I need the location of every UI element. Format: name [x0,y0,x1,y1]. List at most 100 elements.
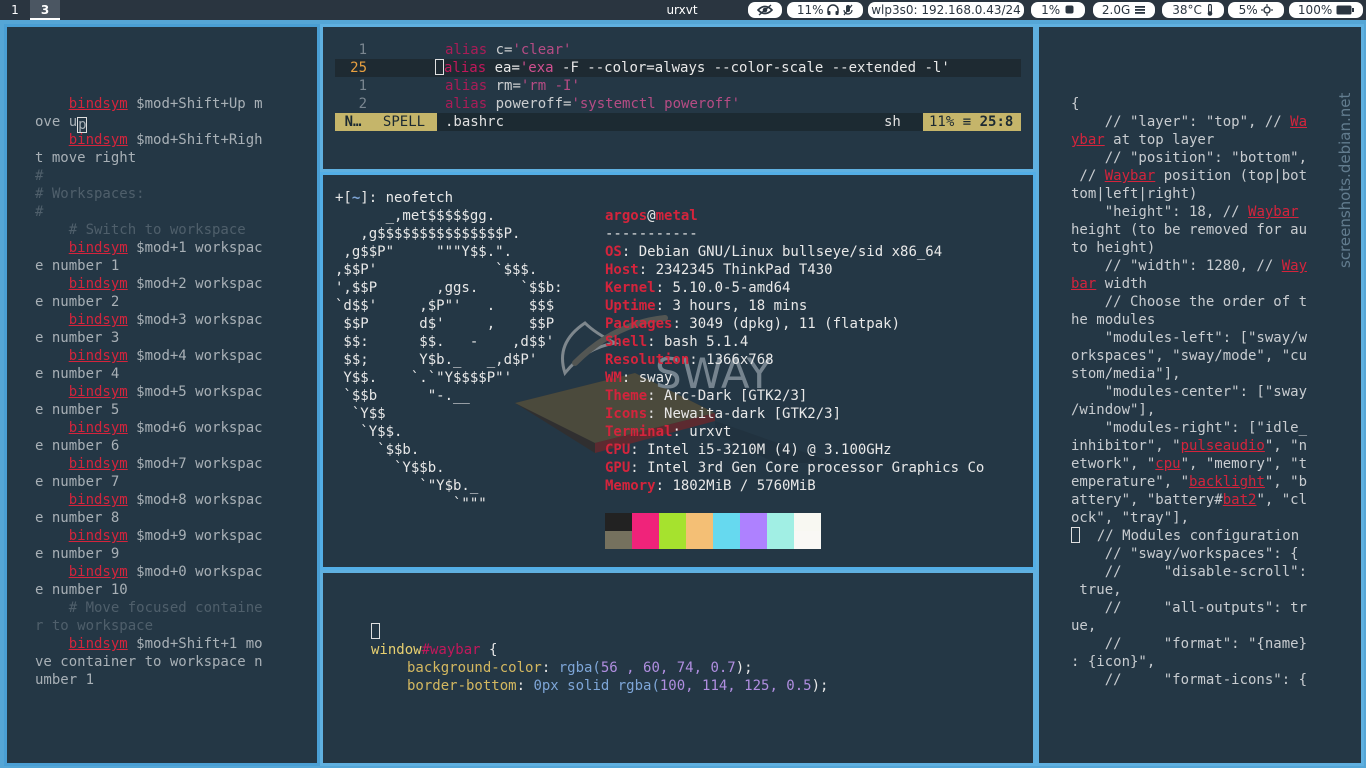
alias-name: c= [487,42,513,58]
idle-inhibitor-module[interactable] [748,2,782,18]
palette-swatch [632,531,659,549]
info-row: Host: 2342345 ThinkPad T430 [605,261,833,279]
info-key: Kernel [605,280,656,296]
memory-module[interactable]: 2.0G [1093,2,1155,18]
css-colon: : [516,678,534,694]
workspace-button-3[interactable]: 3 [30,0,60,20]
cpu-label: 1% [1041,3,1061,17]
memory-label: 2.0G [1101,3,1131,17]
temperature-module[interactable]: 38°C [1162,2,1224,18]
vim-cursor-pos: 25:8 [979,114,1014,130]
config-line: // "format": "{name} [1071,636,1308,652]
palette-swatch [632,513,659,531]
shell-prompt: +[~]: neofetch [335,190,454,206]
palette-swatch [794,531,821,549]
line-number: 2 [358,96,367,112]
code-line: alias rm='rm -I' [445,77,580,95]
info-colon: : [647,334,665,350]
audio-module[interactable]: 11% [787,2,863,18]
config-line: e number 9 [35,546,120,562]
backlight-module[interactable]: 5% [1228,2,1284,18]
keyword-bindsym: bindsym [68,348,128,364]
highlight-word: Waybar [1104,168,1156,184]
alias-name: poweroff= [487,96,572,112]
keyword-bindsym: bindsym [68,132,128,148]
info-key: Resolution [605,352,690,368]
vim-filename: .bashrc [445,114,505,130]
config-line: // "format-icons": { [1071,672,1308,688]
terminal-neofetch[interactable]: SWAY +[~]: neofetch _,met$$$$$gg. ,g$$$$… [320,172,1036,570]
config-line: e number 10 [35,582,128,598]
css-selector: window#waybar { [371,641,497,659]
ascii-line: Y$$. `.`"Y$$$$P"' [335,370,513,386]
config-line: umber 1 [35,672,95,688]
config-line: height (to be removed for au [1071,222,1308,238]
info-colon: : [621,244,639,260]
config-line: true, [1071,582,1122,598]
comment-text: r to workspace [35,618,154,634]
config-line: bindsym $mod+3 workspac [68,312,263,328]
info-colon: : [689,352,707,368]
cpu-module[interactable]: 1% [1031,2,1085,18]
config-line: bindsym $mod+7 workspac [68,456,263,472]
config-line: e number 6 [35,438,120,454]
palette-swatch [713,531,740,549]
thermometer-icon [1207,3,1213,16]
temperature-label: 38°C [1172,3,1202,17]
ascii-line: ',$$P ,ggs. `$$b: [335,280,563,296]
terminal-vim-bashrc[interactable]: 1 alias c='clear' 25 alias ea='exa -F --col… [320,24,1036,172]
vim-mode: N… [335,113,371,131]
vim-position: 11% ≡ 25:8 [923,113,1021,131]
info-key: Memory [605,478,656,494]
css-colon: : [541,660,559,676]
chip-icon [1065,5,1074,14]
palette-swatch [605,513,632,531]
workspace-button-1[interactable]: 1 [0,0,30,20]
css-property: border-bottom [407,678,517,694]
info-value: 3049 (dpkg), 11 (flatpak) [689,316,901,332]
string-value: 'rm -I' [520,78,580,94]
config-line: ue, [1071,618,1097,634]
palette-swatch [740,531,767,549]
info-row: Memory: 1802MiB / 5760MiB [605,477,816,495]
info-row: GPU: Intel 3rd Gen Core processor Graphi… [605,459,984,477]
hostname: metal [655,208,698,224]
string-value: 'exa [519,60,554,76]
highlight-word: Waybar [1248,204,1299,220]
info-colon: : [647,406,665,422]
network-module[interactable]: wlp3s0: 192.168.0.43/24 [868,2,1024,18]
terminal-waybar-css[interactable]: window#waybar { background-color: rgba(5… [320,570,1036,766]
battery-icon [1336,5,1355,15]
terminal-waybar-config[interactable]: { // "layer": "top", // Wa ybar at top la… [1036,24,1364,766]
info-row: Theme: Arc-Dark [GTK2/3] [605,387,807,405]
config-line: // Waybar position (top|bot [1071,168,1308,184]
info-value: Newaita-dark [GTK2/3] [664,406,842,422]
info-value: 1366x768 [706,352,774,368]
terminal-sway-config[interactable]: bindsym $mod+Shift+Up m ove up bindsym $m… [4,24,320,766]
highlight-word: bar [1071,276,1097,292]
config-line: ock", "tray"], [1071,510,1190,526]
palette-swatch [659,513,686,531]
keyword-alias: alias [445,78,488,94]
config-line: to height) [1071,240,1156,256]
info-row: Icons: Newaita-dark [GTK2/3] [605,405,841,423]
comment-text: # Workspaces: [35,186,145,202]
css-function: rgba( [558,660,601,676]
keyword-alias: alias [445,42,488,58]
text-cursor [435,59,444,75]
info-key: WM [605,370,622,386]
config-line: # [35,167,43,185]
info-colon: : [647,388,665,404]
config-line: // "width": 1280, // Way [1071,258,1308,274]
config-line: e number 5 [35,402,120,418]
battery-module[interactable]: 100% [1289,2,1363,18]
config-line: bindsym $mod+8 workspac [68,492,263,508]
info-colon: : [621,370,639,386]
info-key: CPU [605,442,631,458]
sun-icon [1261,4,1274,16]
info-row: Terminal: urxvt [605,423,731,441]
config-line: ybar at top layer [1071,132,1215,148]
line-number: 25 [350,60,367,76]
info-row: OS: Debian GNU/Linux bullseye/sid x86_64 [605,243,942,261]
watermark: screenshots.debian.net [1336,92,1354,268]
